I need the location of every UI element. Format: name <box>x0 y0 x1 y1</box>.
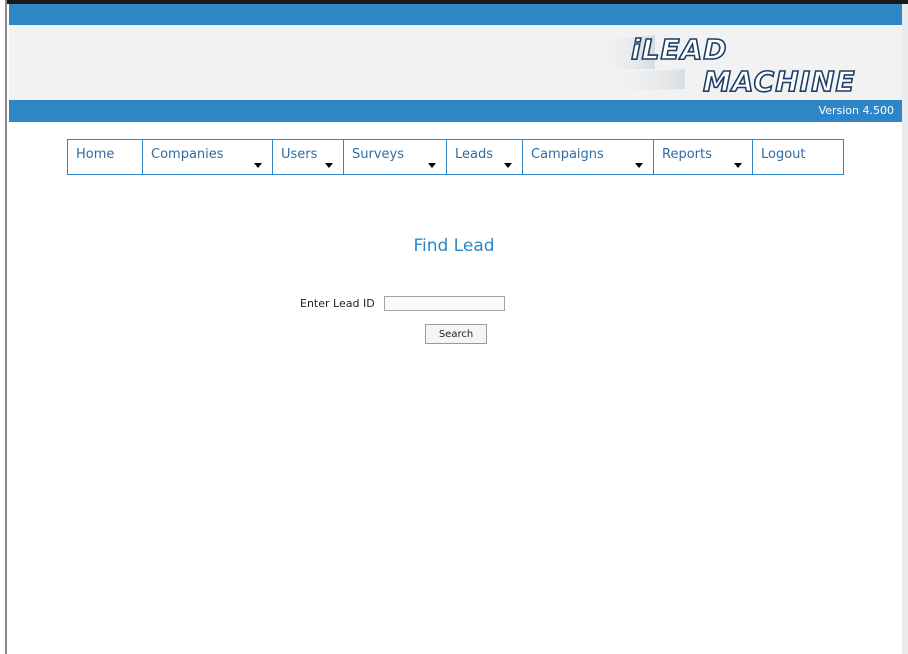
lead-id-input[interactable] <box>383 295 505 311</box>
browser-viewport: iLEAD MACHINE Version 4.500 Home Compani… <box>0 0 908 654</box>
nav-item-label: Logout <box>761 147 806 162</box>
nav-item-leads[interactable]: Leads <box>447 140 523 174</box>
nav-item-surveys[interactable]: Surveys <box>344 140 447 174</box>
dropdown-caret-icon <box>254 163 262 168</box>
nav-item-home[interactable]: Home <box>68 140 143 174</box>
nav-item-label: Campaigns <box>531 147 604 162</box>
version-label: Version 4.500 <box>818 104 894 117</box>
dropdown-caret-icon <box>734 163 742 168</box>
nav-item-campaigns[interactable]: Campaigns <box>523 140 654 174</box>
dropdown-caret-icon <box>635 163 643 168</box>
nav-item-users[interactable]: Users <box>273 140 344 174</box>
search-button[interactable]: Search <box>425 324 487 344</box>
dropdown-caret-icon <box>504 163 512 168</box>
window-left-border <box>0 0 7 654</box>
lead-id-row: Enter Lead ID <box>300 293 505 313</box>
header-bottom-bar <box>9 100 902 122</box>
nav-item-label: Users <box>281 147 318 162</box>
nav-item-logout[interactable]: Logout <box>753 140 843 174</box>
nav-item-label: Companies <box>151 147 224 162</box>
ilead-machine-logo: iLEAD MACHINE <box>595 32 856 99</box>
logo-line-ilead: iLEAD <box>631 33 727 66</box>
nav-item-companies[interactable]: Companies <box>143 140 273 174</box>
vertical-scrollbar[interactable] <box>902 4 908 654</box>
main-nav: Home Companies Users Surveys Leads Campa… <box>67 139 844 175</box>
lead-id-label: Enter Lead ID <box>300 296 375 310</box>
dropdown-caret-icon <box>325 163 333 168</box>
nav-item-label: Leads <box>455 147 494 162</box>
logo-line-machine: MACHINE <box>703 65 856 98</box>
header-banner: iLEAD MACHINE <box>9 25 902 100</box>
page-title: Find Lead <box>413 236 495 256</box>
header-top-bar <box>9 4 902 25</box>
nav-item-label: Surveys <box>352 147 404 162</box>
nav-item-reports[interactable]: Reports <box>654 140 753 174</box>
nav-item-label: Reports <box>662 147 712 162</box>
dropdown-caret-icon <box>428 163 436 168</box>
nav-item-label: Home <box>76 147 115 162</box>
